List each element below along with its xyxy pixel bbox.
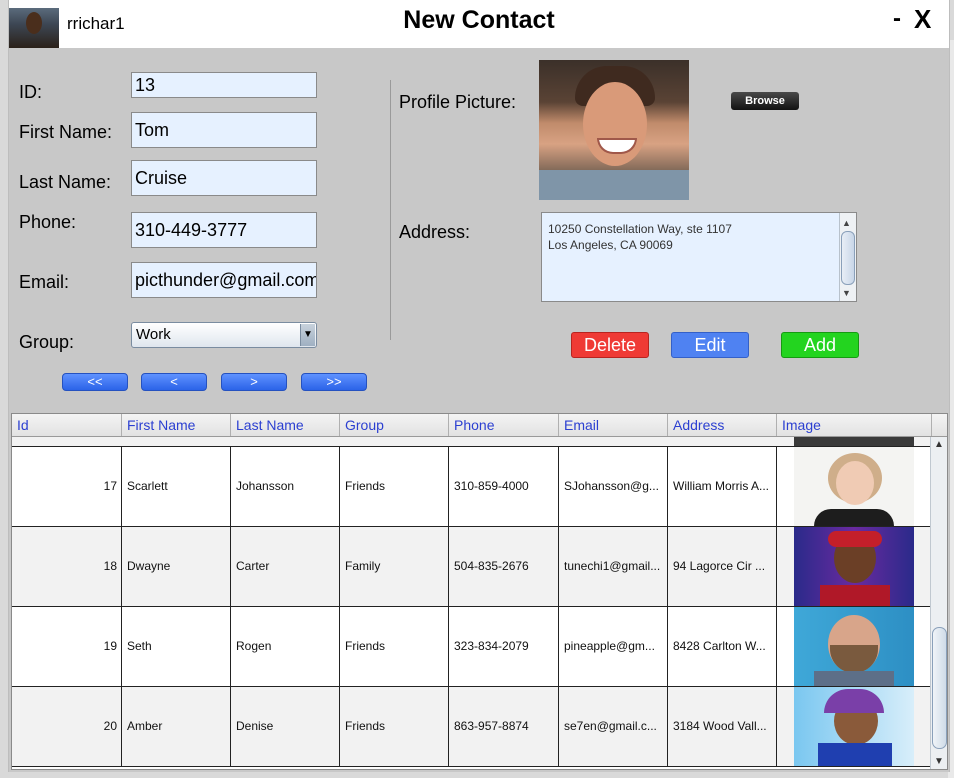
last-record-button[interactable]: >>	[301, 373, 367, 391]
table-scroll-thumb[interactable]	[932, 627, 947, 749]
first-record-button[interactable]: <<	[62, 373, 128, 391]
column-header-last-name[interactable]: Last Name	[231, 414, 340, 436]
cell-address: 8428 Carlton W...	[668, 607, 777, 686]
profile-picture-label: Profile Picture:	[399, 92, 517, 112]
last-name-label: Last Name:	[19, 172, 112, 192]
table-row[interactable]: 19 Seth Rogen Friends 323-834-2079 pinea…	[12, 607, 930, 687]
cell-phone: 310-859-4000	[449, 447, 559, 526]
cell-phone: 323-834-2079	[449, 607, 559, 686]
column-header-id[interactable]: Id	[12, 414, 122, 436]
cell-phone: 504-835-2676	[449, 527, 559, 606]
window-title: New Contact	[403, 6, 555, 34]
cell-email: tunechi1@gmail...	[559, 527, 668, 606]
first-name-label: First Name:	[19, 122, 113, 142]
cell-first-name: Scarlett	[122, 447, 231, 526]
table-row[interactable]: 18 Dwayne Carter Family 504-835-2676 tun…	[12, 527, 930, 607]
phone-label: Phone:	[19, 212, 77, 232]
chevron-down-icon[interactable]: ▼	[300, 324, 315, 346]
cell-first-name: Amber	[122, 687, 231, 766]
cell-first-name: Dwayne	[122, 527, 231, 606]
cell-email: pineapple@gm...	[559, 607, 668, 686]
cell-last-name: Denise	[231, 687, 340, 766]
cell-id: 17	[12, 447, 122, 526]
cell-address: 3184 Wood Vall...	[668, 687, 777, 766]
scroll-up-icon[interactable]: ▲	[934, 439, 944, 450]
edit-button[interactable]: Edit	[671, 332, 749, 358]
group-select-value: Work	[136, 326, 171, 343]
contact-photo	[794, 447, 914, 526]
cell-first-name: Seth	[122, 607, 231, 686]
column-header-image[interactable]: Image	[777, 414, 932, 436]
table-body: 17 Scarlett Johansson Friends 310-859-40…	[12, 437, 930, 769]
id-label: ID:	[19, 82, 43, 102]
column-header-phone[interactable]: Phone	[449, 414, 559, 436]
column-header-group[interactable]: Group	[340, 414, 449, 436]
cell-last-name: Carter	[231, 527, 340, 606]
new-contact-window: rrichar1 New Contact - X ID: 13 First Na…	[8, 0, 950, 772]
address-line-1: 10250 Constellation Way, ste 1107	[548, 222, 732, 236]
first-name-field[interactable]: Tom	[131, 112, 317, 148]
cell-group: Friends	[340, 447, 449, 526]
cell-id: 18	[12, 527, 122, 606]
table-row[interactable]: 17 Scarlett Johansson Friends 310-859-40…	[12, 447, 930, 527]
next-record-button[interactable]: >	[221, 373, 287, 391]
address-label: Address:	[399, 222, 471, 242]
cell-email: SJohansson@g...	[559, 447, 668, 526]
scroll-down-icon[interactable]: ▼	[842, 285, 851, 301]
column-header-address[interactable]: Address	[668, 414, 777, 436]
table-row[interactable]: 20 Amber Denise Friends 863-957-8874 se7…	[12, 687, 930, 767]
contact-photo	[794, 607, 914, 686]
address-line-2: Los Angeles, CA 90069	[548, 238, 673, 252]
group-label: Group:	[19, 332, 75, 352]
cell-last-name: Rogen	[231, 607, 340, 686]
column-header-email[interactable]: Email	[559, 414, 668, 436]
previous-record-button[interactable]: <	[141, 373, 207, 391]
contact-photo	[794, 527, 914, 606]
scroll-up-icon[interactable]: ▲	[842, 215, 851, 231]
cell-address: 94 Lagorce Cir ...	[668, 527, 777, 606]
last-name-field[interactable]: Cruise	[131, 160, 317, 196]
title-bar: rrichar1 New Contact - X	[9, 0, 949, 48]
cell-email: se7en@gmail.c...	[559, 687, 668, 766]
email-field[interactable]: picthunder@gmail.com	[131, 262, 317, 298]
cell-address: William Morris A...	[668, 447, 777, 526]
cell-group: Friends	[340, 687, 449, 766]
cell-id: 20	[12, 687, 122, 766]
delete-button[interactable]: Delete	[571, 332, 649, 358]
column-header-first-name[interactable]: First Name	[122, 414, 231, 436]
phone-field[interactable]: 310-449-3777	[131, 212, 317, 248]
add-button[interactable]: Add	[781, 332, 859, 358]
contact-photo	[794, 687, 914, 766]
table-header: Id First Name Last Name Group Phone Emai…	[12, 414, 947, 437]
group-select[interactable]: Work ▼	[131, 322, 317, 348]
address-scroll-thumb[interactable]	[841, 231, 855, 285]
minimize-button[interactable]: -	[893, 5, 901, 33]
table-row-partial[interactable]	[12, 437, 930, 447]
email-label: Email:	[19, 272, 70, 292]
cell-phone: 863-957-8874	[449, 687, 559, 766]
cell-group: Friends	[340, 607, 449, 686]
cell-group: Family	[340, 527, 449, 606]
table-scrollbar[interactable]: ▲ ▼	[930, 437, 947, 769]
form-divider	[390, 80, 391, 340]
profile-picture	[539, 60, 689, 200]
address-scrollbar[interactable]: ▲ ▼	[839, 213, 856, 301]
cell-last-name: Johansson	[231, 447, 340, 526]
id-field[interactable]: 13	[131, 72, 317, 98]
address-textarea[interactable]: 10250 Constellation Way, ste 1107 Los An…	[541, 212, 857, 302]
contacts-table: Id First Name Last Name Group Phone Emai…	[11, 413, 948, 770]
close-button[interactable]: X	[914, 4, 931, 35]
browse-button[interactable]: Browse	[731, 92, 799, 110]
cell-id: 19	[12, 607, 122, 686]
scroll-down-icon[interactable]: ▼	[934, 756, 944, 767]
